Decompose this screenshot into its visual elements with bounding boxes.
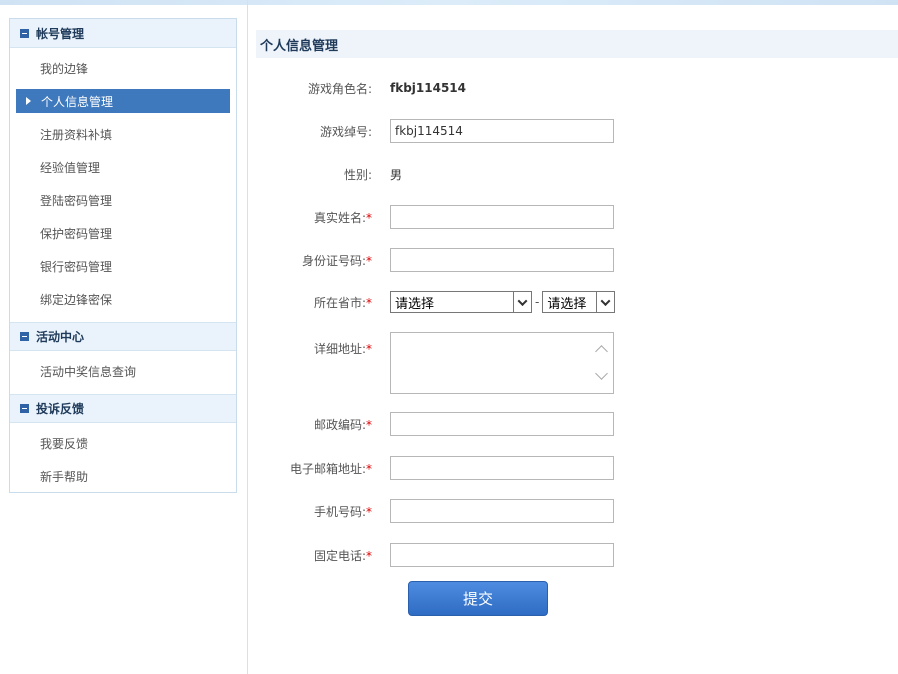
collapse-icon: [20, 404, 29, 413]
sidebar-item-label: 银行密码管理: [40, 260, 113, 274]
chevron-down-icon[interactable]: [595, 367, 608, 380]
row-role-name: 游戏角色名: fkbj114514: [248, 78, 898, 98]
address-textarea[interactable]: [390, 332, 614, 394]
real-name-input[interactable]: [390, 205, 614, 229]
sidebar-item-label: 经验值管理: [40, 161, 101, 175]
sidebar-events-items: 活动中奖信息查询: [10, 351, 236, 394]
sidebar-item-bank-password[interactable]: 银行密码管理: [16, 250, 230, 283]
row-province: 所在省市:* 请选择 - 请选择: [248, 290, 898, 314]
province-select-value: 请选择: [395, 296, 435, 312]
row-email: 电子邮箱地址:*: [248, 455, 898, 481]
sidebar-item-personal-info[interactable]: 个人信息管理: [16, 89, 230, 113]
sidebar-section-title: 活动中心: [36, 330, 85, 344]
phone-label: 固定电话:*: [313, 548, 372, 563]
row-real-name: 真实姓名:*: [248, 204, 898, 230]
sidebar-item-label: 活动中奖信息查询: [40, 365, 137, 379]
sidebar-item-label: 注册资料补填: [40, 128, 113, 142]
id-number-input[interactable]: [390, 248, 614, 272]
sidebar-item-feedback[interactable]: 我要反馈: [16, 427, 230, 460]
sidebar-item-label: 保护密码管理: [40, 227, 113, 241]
province-label: 所在省市:*: [313, 295, 372, 310]
sidebar-section-title: 投诉反馈: [36, 402, 85, 416]
sidebar-item-my-bianfeng[interactable]: 我的边锋: [16, 52, 230, 85]
submit-button[interactable]: 提交: [408, 581, 548, 616]
real-name-label: 真实姓名:*: [313, 210, 372, 225]
chevron-down-icon[interactable]: [513, 292, 531, 312]
address-label: 详细地址:*: [313, 342, 372, 356]
phone-input[interactable]: [390, 543, 614, 567]
sidebar-item-protect-password[interactable]: 保护密码管理: [16, 217, 230, 250]
sidebar-item-label: 登陆密码管理: [40, 194, 113, 208]
province-select[interactable]: 请选择: [390, 291, 532, 313]
sidebar-item-label: 我要反馈: [40, 437, 89, 451]
sidebar-item-register-supplement[interactable]: 注册资料补填: [16, 118, 230, 151]
nickname-input[interactable]: [390, 119, 614, 143]
sidebar-section-events[interactable]: 活动中心: [10, 322, 236, 351]
city-select[interactable]: 请选择: [542, 291, 616, 313]
role-name-label: 游戏角色名:: [307, 81, 372, 96]
sidebar-item-label: 个人信息管理: [41, 94, 114, 109]
textarea-scrollbar[interactable]: [595, 341, 609, 387]
row-address: 详细地址:*: [248, 332, 898, 396]
row-postcode: 邮政编码:*: [248, 411, 898, 437]
sidebar-item-login-password[interactable]: 登陆密码管理: [16, 184, 230, 217]
mobile-input[interactable]: [390, 499, 614, 523]
role-name-value: fkbj114514: [390, 81, 467, 95]
sidebar-item-bind-security[interactable]: 绑定边锋密保: [16, 283, 230, 316]
row-id-number: 身份证号码:*: [248, 247, 898, 273]
email-input[interactable]: [390, 456, 614, 480]
sidebar-section-feedback[interactable]: 投诉反馈: [10, 394, 236, 423]
gender-label: 性别:: [343, 167, 372, 182]
sidebar-item-label: 我的边锋: [40, 62, 89, 76]
collapse-icon: [20, 332, 29, 341]
mobile-label: 手机号码:*: [313, 504, 372, 519]
main-panel: 个人信息管理 游戏角色名: fkbj114514 游戏绰号: 性别: 男 真实姓…: [248, 0, 898, 674]
postcode-input[interactable]: [390, 412, 614, 436]
row-gender: 性别: 男: [248, 164, 898, 184]
postcode-label: 邮政编码:*: [313, 417, 372, 432]
row-nickname: 游戏绰号:: [248, 118, 898, 144]
gender-value: 男: [390, 167, 403, 182]
sidebar-section-account[interactable]: 帐号管理: [10, 19, 236, 48]
row-mobile: 手机号码:*: [248, 498, 898, 524]
sidebar-account-items: 我的边锋 个人信息管理 注册资料补填 经验值管理 登陆密码管理 保护密码管理 银…: [10, 48, 236, 322]
sidebar-section-title: 帐号管理: [36, 26, 85, 41]
chevron-up-icon[interactable]: [595, 345, 608, 358]
sidebar-item-label: 绑定边锋密保: [40, 293, 113, 307]
arrow-right-icon: [26, 97, 31, 105]
city-select-value: 请选择: [547, 296, 587, 312]
page-title: 个人信息管理: [256, 30, 898, 58]
id-number-label: 身份证号码:*: [301, 253, 372, 268]
sidebar: 帐号管理 我的边锋 个人信息管理 注册资料补填 经验值管理 登陆密码管理 保护密…: [9, 18, 237, 493]
row-phone: 固定电话:*: [248, 542, 898, 568]
chevron-down-icon[interactable]: [596, 292, 614, 312]
sidebar-feedback-items: 我要反馈 新手帮助: [10, 423, 236, 499]
sidebar-item-experience[interactable]: 经验值管理: [16, 151, 230, 184]
sidebar-item-newbie-help[interactable]: 新手帮助: [16, 460, 230, 493]
nickname-label: 游戏绰号:: [319, 124, 372, 139]
email-label: 电子邮箱地址:*: [289, 461, 372, 476]
collapse-icon: [20, 28, 29, 38]
sidebar-item-prize-query[interactable]: 活动中奖信息查询: [16, 355, 230, 388]
separator: -: [535, 295, 540, 309]
sidebar-item-label: 新手帮助: [40, 470, 89, 484]
